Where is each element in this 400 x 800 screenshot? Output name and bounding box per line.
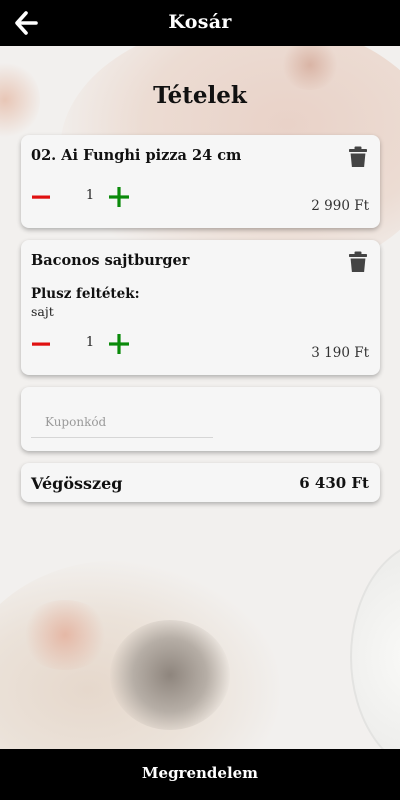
extras-value: sajt — [31, 304, 54, 319]
total-card: Végösszeg 6 430 Ft — [21, 463, 380, 502]
item-price: 2 990 Ft — [311, 198, 369, 214]
trash-icon — [349, 251, 367, 272]
plus-icon — [109, 334, 129, 354]
decrease-quantity-button[interactable] — [31, 187, 51, 207]
minus-icon — [32, 195, 50, 199]
extras-label: Plusz feltétek: — [31, 286, 140, 302]
item-name: 02. Ai Funghi pizza 24 cm — [31, 147, 242, 164]
coupon-card — [21, 387, 380, 451]
increase-quantity-button[interactable] — [108, 333, 130, 355]
section-title: Tételek — [153, 82, 247, 109]
delete-item-button[interactable] — [348, 146, 368, 168]
total-value: 6 430 Ft — [299, 474, 369, 492]
top-app-bar: Kosár — [0, 0, 400, 46]
minus-icon — [32, 342, 50, 346]
quantity-value: 1 — [85, 188, 95, 203]
increase-quantity-button[interactable] — [108, 186, 130, 208]
cart-item-card: Baconos sajtburger Plusz feltétek: sajt … — [21, 240, 380, 375]
trash-icon — [349, 146, 367, 167]
place-order-label: Megrendelem — [141, 764, 259, 782]
page-title: Kosár — [168, 11, 232, 33]
plus-icon — [109, 187, 129, 207]
total-label: Végösszeg — [31, 474, 123, 493]
quantity-value: 1 — [85, 335, 95, 350]
cart-item-card: 02. Ai Funghi pizza 24 cm 1 2 990 Ft — [21, 135, 380, 228]
delete-item-button[interactable] — [348, 251, 368, 273]
item-name: Baconos sajtburger — [31, 252, 190, 269]
item-price: 3 190 Ft — [311, 345, 369, 361]
place-order-button[interactable]: Megrendelem — [0, 749, 400, 800]
coupon-code-input[interactable] — [31, 407, 213, 438]
decrease-quantity-button[interactable] — [31, 334, 51, 354]
